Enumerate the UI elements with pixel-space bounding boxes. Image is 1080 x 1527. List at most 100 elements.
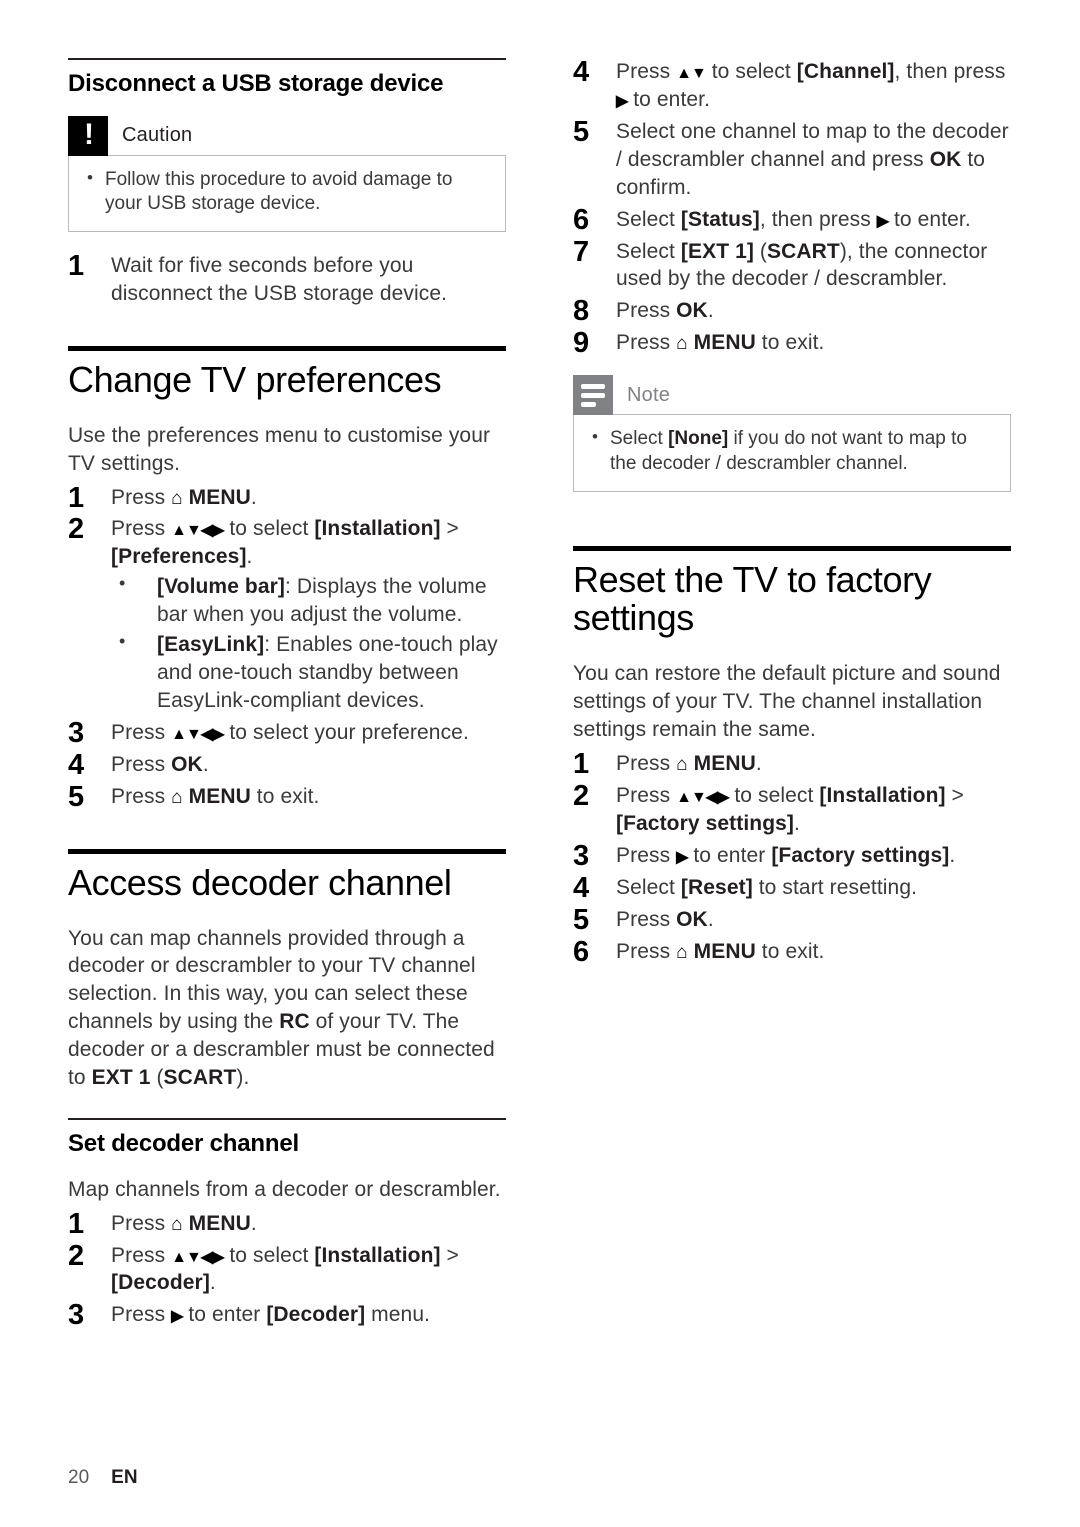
step-item: 2 Press ▲▼◀▶ to select [Installation] > … (68, 1240, 506, 1298)
note-callout: Note Select [None] if you do not want to… (573, 375, 1011, 492)
section-access-decoder-channel: Access decoder channel You can map chann… (68, 848, 506, 1332)
set-decoder-steps-list: 1 Press ⌂ MENU. 2 Press ▲▼◀▶ to select [… (68, 1208, 506, 1332)
usb-steps-list: 1 Wait for five seconds before you disco… (68, 250, 506, 308)
step-item: 7 Select [EXT 1] (SCART), the connector … (573, 236, 1011, 294)
step-item: 1 Wait for five seconds before you disco… (68, 250, 506, 308)
step-number: 7 (573, 235, 590, 268)
step-item: 4 Select [Reset] to start resetting. (573, 872, 1011, 904)
sub-bullet-term: [EasyLink] (157, 633, 265, 657)
page-number: 20 (68, 1467, 90, 1488)
note-label: Note (627, 383, 671, 406)
factory-section-heading: Reset the TV to factory settings (573, 558, 932, 639)
step-item: 6 Press ⌂ MENU to exit. (573, 936, 1011, 968)
caution-callout: ! Caution Follow this procedure to avoid… (68, 115, 506, 232)
language-code: EN (111, 1467, 138, 1488)
step-item: 6 Select [Status], then press ▶ to enter… (573, 204, 1011, 236)
step-text: Select [EXT 1] (SCART), the connector us… (616, 239, 988, 291)
preferences-intro: Use the preferences menu to customise yo… (68, 423, 491, 475)
decoder-steps-continued-list: 4 Press ▲▼ to select [Channel], then pre… (573, 56, 1011, 359)
step-item: 3 Press ▶ to enter [Factory settings]. (573, 840, 1011, 872)
note-body: Select [None] if you do not want to map … (573, 414, 1011, 492)
step-item: 4 Press ▲▼ to select [Channel], then pre… (573, 56, 1011, 114)
preferences-section-heading: Change TV preferences (68, 358, 442, 400)
section-disconnect-usb: Disconnect a USB storage device ! Cautio… (68, 58, 506, 308)
step-item: 5 Select one channel to map to the decod… (573, 116, 1011, 202)
step-text: Press OK. (616, 299, 714, 323)
caution-body: Follow this procedure to avoid damage to… (68, 154, 506, 232)
usb-section-heading: Disconnect a USB storage device (68, 70, 444, 97)
exclamation-icon: ! (84, 117, 94, 151)
decoder-intro: You can map channels provided through a … (68, 926, 495, 1090)
caution-icon: ! (68, 115, 108, 156)
caution-header: ! Caution (68, 115, 506, 156)
step-text: Press ⌂ MENU to exit. (111, 784, 320, 808)
preferences-steps-list: 1 Press ⌂ MENU. 2 Press ▲▼◀▶ to select [… (68, 482, 506, 813)
caution-label: Caution (122, 124, 193, 147)
step-text: Press ▲▼ to select [Channel], then press… (616, 60, 1006, 111)
sub-bullet-item: [Volume bar]: Displays the volume bar wh… (111, 572, 506, 629)
decoder-section-heading: Access decoder channel (68, 861, 452, 903)
step-number: 2 (68, 513, 85, 546)
note-icon (573, 375, 613, 416)
section-rule (68, 345, 506, 351)
step-item: 1 Press ⌂ MENU. (573, 748, 1011, 780)
step-item: 1 Press ⌂ MENU. (68, 482, 506, 514)
note-header: Note (573, 375, 1011, 416)
step-text: Select one channel to map to the decoder… (616, 119, 1009, 199)
step-text: Press ▲▼◀▶ to select [Installation] > [F… (616, 784, 964, 835)
step-text: Select [Reset] to start resetting. (616, 875, 918, 899)
factory-intro: You can restore the default picture and … (573, 662, 1001, 742)
step-number: 9 (573, 327, 590, 360)
step-number: 5 (68, 780, 85, 813)
step-item: 8 Press OK. (573, 295, 1011, 327)
sub-bullet-item: [EasyLink]: Enables one-touch play and o… (111, 630, 506, 715)
sub-bullet-term: [Volume bar] (157, 575, 285, 599)
preferences-sub-bullets: [Volume bar]: Displays the volume bar wh… (111, 572, 506, 715)
step-number: 4 (573, 56, 590, 88)
step-text: Press ▲▼◀▶ to select [Installation] > [P… (111, 517, 459, 569)
step-item: 5 Press ⌂ MENU to exit. (68, 781, 506, 813)
step-item: 4 Press OK. (68, 749, 506, 781)
section-reset-factory-settings: Reset the TV to factory settings You can… (573, 545, 1011, 968)
section-rule (573, 545, 1011, 551)
step-item: 5 Press OK. (573, 904, 1011, 936)
section-rule (68, 848, 506, 854)
step-text: Press ▲▼◀▶ to select [Installation] > [D… (111, 1243, 459, 1295)
step-text: Wait for five seconds before you disconn… (111, 253, 448, 305)
step-text: Press OK. (111, 752, 209, 776)
set-decoder-intro: Map channels from a decoder or descrambl… (68, 1177, 501, 1201)
step-text: Select [Status], then press ▶ to enter. (616, 207, 971, 231)
step-text: Press ⌂ MENU. (111, 485, 257, 509)
subheading-rule (68, 1118, 506, 1121)
step-item: 1 Press ⌂ MENU. (68, 1208, 506, 1240)
step-item: 9 Press ⌂ MENU to exit. (573, 327, 1011, 359)
step-text: Press ▶ to enter [Factory settings]. (616, 843, 956, 867)
right-column: 4 Press ▲▼ to select [Channel], then pre… (573, 56, 1011, 970)
step-number: 1 (68, 249, 85, 282)
step-item: 2 Press ▲▼◀▶ to select [Installation] > … (573, 780, 1011, 838)
page-footer: 20 EN (68, 1467, 138, 1489)
step-number: 5 (573, 115, 590, 148)
step-text: Press ▶ to enter [Decoder] menu. (111, 1303, 431, 1327)
step-number: 6 (573, 935, 590, 968)
caution-item: Follow this procedure to avoid damage to… (83, 167, 491, 217)
step-item: 2 Press ▲▼◀▶ to select [Installation] > … (68, 513, 506, 715)
lines-icon (581, 383, 605, 407)
left-column: Disconnect a USB storage device ! Cautio… (68, 58, 506, 1333)
step-number: 3 (68, 1299, 85, 1332)
step-item: 3 Press ▶ to enter [Decoder] menu. (68, 1299, 506, 1331)
step-text: Press ▲▼◀▶ to select your preference. (111, 720, 469, 744)
section-change-tv-preferences: Change TV preferences Use the preference… (68, 345, 506, 813)
step-text: Press OK. (616, 907, 714, 931)
step-number: 2 (573, 780, 590, 813)
subheading-rule (68, 58, 506, 60)
step-text: Press ⌂ MENU. (616, 752, 762, 776)
step-text: Press ⌂ MENU. (111, 1211, 257, 1235)
step-text: Press ⌂ MENU to exit. (616, 939, 825, 963)
step-number: 2 (68, 1239, 85, 1272)
manual-page: Disconnect a USB storage device ! Cautio… (0, 0, 1080, 1527)
step-text: Press ⌂ MENU to exit. (616, 331, 825, 355)
set-decoder-subheading: Set decoder channel (68, 1130, 299, 1158)
note-item: Select [None] if you do not want to map … (588, 426, 996, 476)
factory-steps-list: 1 Press ⌂ MENU. 2 Press ▲▼◀▶ to select [… (573, 748, 1011, 968)
